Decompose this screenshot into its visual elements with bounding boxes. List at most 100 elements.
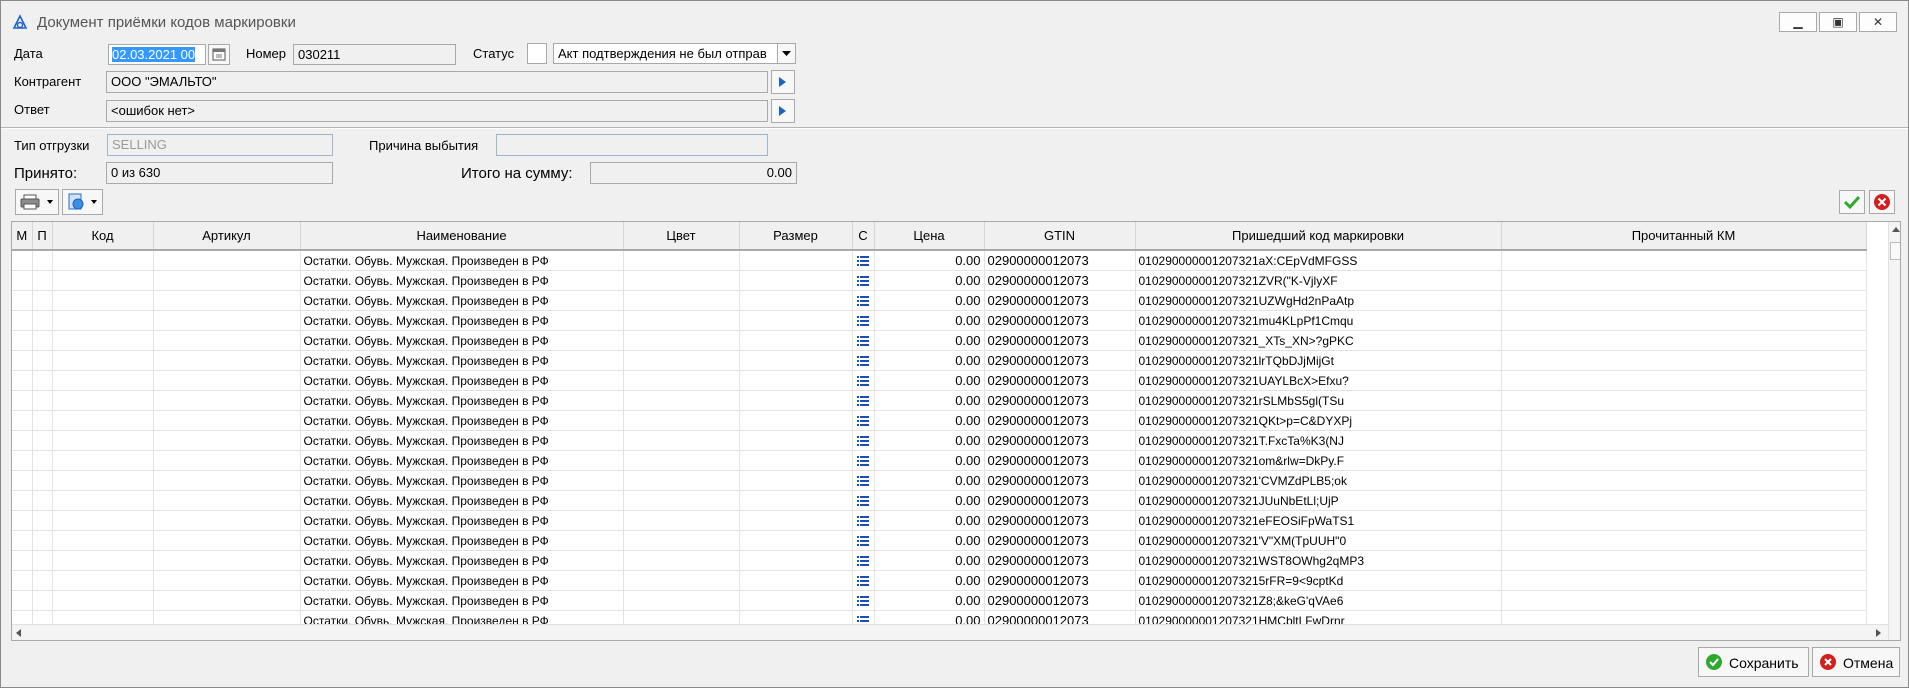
scroll-left-icon[interactable]: [16, 629, 21, 637]
answer-field[interactable]: <ошибок нет>: [106, 100, 768, 122]
table-row[interactable]: Остатки. Обувь. Мужская. Произведен в РФ…: [12, 270, 1867, 291]
table-row[interactable]: Остатки. Обувь. Мужская. Произведен в РФ…: [12, 350, 1867, 371]
column-header[interactable]: М: [12, 222, 33, 251]
vertical-scrollbar[interactable]: [1888, 222, 1900, 640]
c-cell[interactable]: [852, 450, 875, 471]
read-km-cell: [1501, 450, 1867, 471]
c-cell[interactable]: [852, 430, 875, 451]
marking-code-cell: 010290000001207321UAYLBcX>Efxu?: [1135, 370, 1502, 391]
code-cell: [52, 390, 154, 411]
gtin-cell: 02900000012073: [984, 510, 1136, 531]
c-cell[interactable]: [852, 490, 875, 511]
table-row[interactable]: Остатки. Обувь. Мужская. Произведен в РФ…: [12, 490, 1867, 511]
code-cell: [52, 570, 154, 591]
table-row[interactable]: Остатки. Обувь. Мужская. Произведен в РФ…: [12, 430, 1867, 451]
gtin-cell: 02900000012073: [984, 330, 1136, 351]
counterparty-select-button[interactable]: [771, 70, 795, 94]
table-row[interactable]: Остатки. Обувь. Мужская. Произведен в РФ…: [12, 250, 1867, 271]
print-button[interactable]: [15, 189, 59, 215]
scroll-up-icon[interactable]: [1892, 227, 1900, 232]
article-cell: [153, 450, 301, 471]
c-cell[interactable]: [852, 270, 875, 291]
c-cell[interactable]: [852, 530, 875, 551]
price-cell: 0.00: [874, 270, 985, 291]
column-header[interactable]: С: [852, 222, 875, 251]
table-row[interactable]: Остатки. Обувь. Мужская. Произведен в РФ…: [12, 510, 1867, 531]
c-cell[interactable]: [852, 390, 875, 411]
table-row[interactable]: Остатки. Обувь. Мужская. Произведен в РФ…: [12, 310, 1867, 331]
name-cell: Остатки. Обувь. Мужская. Произведен в РФ: [300, 470, 624, 491]
column-header[interactable]: П: [32, 222, 53, 251]
c-cell[interactable]: [852, 510, 875, 531]
confirm-button[interactable]: [1839, 190, 1865, 214]
column-header[interactable]: Цвет: [623, 222, 740, 251]
minimize-button[interactable]: ▁: [1779, 12, 1817, 32]
column-header[interactable]: Пришедший код маркировки: [1135, 222, 1502, 251]
answer-select-button[interactable]: [771, 99, 795, 123]
column-header[interactable]: GTIN: [984, 222, 1136, 251]
gtin-cell: 02900000012073: [984, 270, 1136, 291]
name-cell: Остатки. Обувь. Мужская. Произведен в РФ: [300, 250, 624, 271]
accepted-field: 0 из 630: [106, 162, 333, 184]
counterparty-field[interactable]: ООО "ЭМАЛЬТО": [106, 71, 768, 93]
status-checkbox[interactable]: [527, 43, 547, 64]
gtin-cell: 02900000012073: [984, 590, 1136, 611]
c-cell[interactable]: [852, 550, 875, 571]
cancel-button[interactable]: Отмена: [1812, 647, 1900, 677]
withdrawal-reason-field[interactable]: [496, 134, 768, 156]
save-button[interactable]: Сохранить: [1698, 647, 1809, 677]
check-icon: [1706, 654, 1722, 670]
c-cell[interactable]: [852, 370, 875, 391]
table-row[interactable]: Остатки. Обувь. Мужская. Произведен в РФ…: [12, 370, 1867, 391]
minimize-icon: ▁: [1793, 15, 1803, 29]
table-row[interactable]: Остатки. Обувь. Мужская. Произведен в РФ…: [12, 590, 1867, 611]
export-button[interactable]: [62, 189, 103, 215]
c-cell[interactable]: [852, 250, 875, 271]
gtin-cell: 02900000012073: [984, 370, 1136, 391]
date-field[interactable]: 02.03.2021 00: [108, 44, 206, 65]
c-cell[interactable]: [852, 470, 875, 491]
c-cell[interactable]: [852, 290, 875, 311]
m-cell: [12, 290, 33, 311]
shipment-type-field[interactable]: SELLING: [107, 134, 333, 156]
number-field[interactable]: 030211: [293, 44, 456, 65]
reject-button[interactable]: [1869, 190, 1895, 214]
table-row[interactable]: Остатки. Обувь. Мужская. Произведен в РФ…: [12, 570, 1867, 591]
color-cell: [623, 390, 740, 411]
table-row[interactable]: Остатки. Обувь. Мужская. Произведен в РФ…: [12, 450, 1867, 471]
c-cell[interactable]: [852, 350, 875, 371]
table-row[interactable]: Остатки. Обувь. Мужская. Произведен в РФ…: [12, 530, 1867, 551]
column-header[interactable]: Цена: [874, 222, 985, 251]
code-cell: [52, 490, 154, 511]
table-row[interactable]: Остатки. Обувь. Мужская. Произведен в РФ…: [12, 470, 1867, 491]
p-cell: [32, 590, 53, 611]
calendar-button[interactable]: [208, 44, 230, 65]
column-header[interactable]: Код: [52, 222, 154, 251]
status-select[interactable]: Акт подтверждения не был отправ: [553, 43, 778, 64]
vertical-scroll-thumb[interactable]: [1890, 242, 1900, 260]
table-row[interactable]: Остатки. Обувь. Мужская. Произведен в РФ…: [12, 290, 1867, 311]
scroll-right-icon[interactable]: [1876, 629, 1881, 637]
c-cell[interactable]: [852, 330, 875, 351]
cancel-icon: [1874, 194, 1890, 210]
c-cell[interactable]: [852, 410, 875, 431]
table-row[interactable]: Остатки. Обувь. Мужская. Произведен в РФ…: [12, 410, 1867, 431]
c-cell[interactable]: [852, 570, 875, 591]
horizontal-scrollbar[interactable]: [12, 624, 1888, 640]
code-cell: [52, 330, 154, 351]
status-dropdown-button[interactable]: [777, 43, 796, 64]
c-cell[interactable]: [852, 590, 875, 611]
maximize-button[interactable]: ▣: [1819, 12, 1857, 32]
name-cell: Остатки. Обувь. Мужская. Произведен в РФ: [300, 450, 624, 471]
column-header[interactable]: Артикул: [153, 222, 301, 251]
gtin-cell: 02900000012073: [984, 250, 1136, 271]
table-row[interactable]: Остатки. Обувь. Мужская. Произведен в РФ…: [12, 550, 1867, 571]
m-cell: [12, 350, 33, 371]
table-row[interactable]: Остатки. Обувь. Мужская. Произведен в РФ…: [12, 390, 1867, 411]
table-row[interactable]: Остатки. Обувь. Мужская. Произведен в РФ…: [12, 330, 1867, 351]
c-cell[interactable]: [852, 310, 875, 331]
column-header[interactable]: Размер: [739, 222, 853, 251]
column-header[interactable]: Прочитанный КМ: [1501, 222, 1867, 251]
column-header[interactable]: Наименование: [300, 222, 624, 251]
close-button[interactable]: ✕: [1859, 12, 1897, 32]
